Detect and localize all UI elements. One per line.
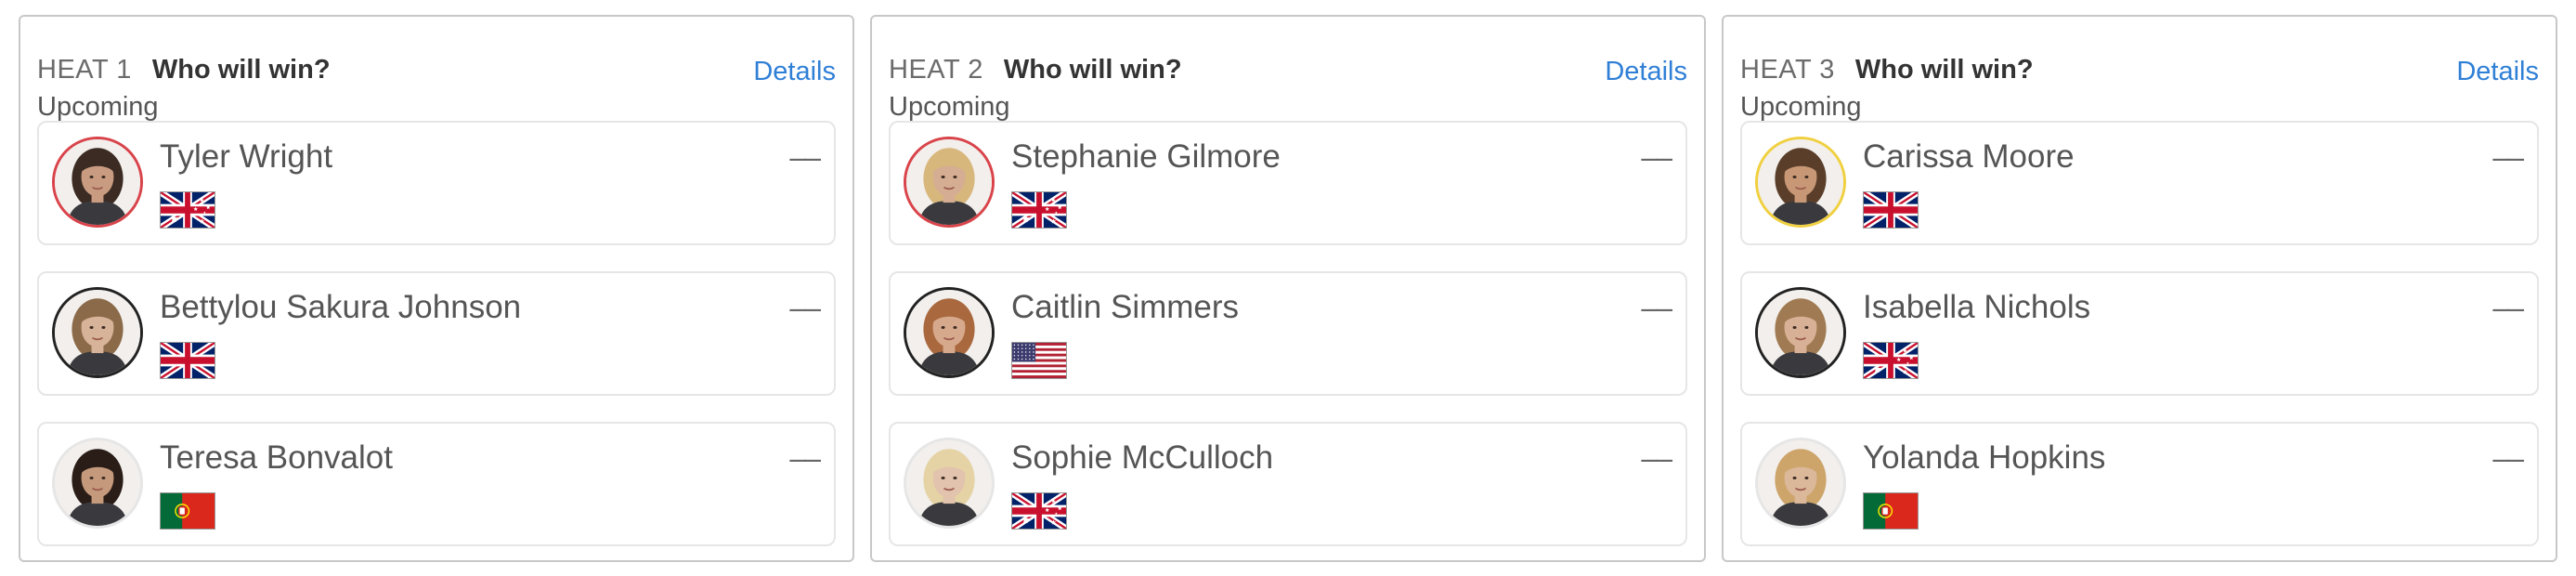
- athlete-name: Stephanie Gilmore: [1011, 138, 1281, 175]
- heat-panel: HEAT 1 Who will win? Upcoming Details Tyl…: [19, 15, 854, 562]
- heat-question: Who will win?: [1854, 55, 2034, 85]
- athlete-name: Sophie McCulloch: [1011, 439, 1274, 476]
- portugal-flag-icon: [160, 492, 215, 530]
- athlete-score: ––: [789, 441, 821, 475]
- heat-panel: HEAT 2 Who will win? Upcoming Details Ste…: [870, 15, 1706, 562]
- athlete-card[interactable]: Bettylou Sakura Johnson ––: [37, 271, 836, 396]
- athlete-name: Caitlin Simmers: [1011, 289, 1240, 325]
- usa-flag-icon: [1011, 342, 1067, 379]
- athlete-avatar: [904, 438, 995, 529]
- heat-header: HEAT 2 Who will win? Upcoming Details: [889, 35, 1687, 124]
- heat-header: HEAT 1 Who will win? Upcoming Details: [37, 35, 836, 124]
- heat-question: Who will win?: [1003, 55, 1182, 85]
- athlete-avatar: [1755, 137, 1846, 228]
- australia-flag-icon: [160, 191, 215, 229]
- athlete-card[interactable]: Stephanie Gilmore ––: [889, 121, 1687, 245]
- athlete-card[interactable]: Teresa Bonvalot ––: [37, 422, 836, 546]
- athlete-card[interactable]: Sophie McCulloch ––: [889, 422, 1687, 546]
- heat-question: Who will win?: [151, 55, 331, 85]
- athlete-avatar: [904, 137, 995, 228]
- australia-flag-icon: [1011, 492, 1067, 530]
- heat-status: Upcoming: [37, 92, 159, 122]
- heat-title: HEAT 3 Who will win?: [1740, 54, 2034, 85]
- athlete-score: ––: [1641, 291, 1672, 324]
- athlete-score: ––: [789, 291, 821, 324]
- athlete-card[interactable]: Yolanda Hopkins ––: [1740, 422, 2539, 546]
- heat-status: Upcoming: [889, 92, 1010, 122]
- hawaii-flag-icon: [160, 342, 215, 379]
- portugal-flag-icon: [1863, 492, 1919, 530]
- heat-title: HEAT 1 Who will win?: [37, 54, 331, 85]
- hawaii-flag-icon: [1863, 191, 1919, 229]
- heat-title: HEAT 2 Who will win?: [889, 54, 1182, 85]
- australia-flag-icon: [1863, 342, 1919, 379]
- athlete-score: ––: [2492, 441, 2524, 475]
- details-link[interactable]: Details: [1605, 56, 1687, 87]
- australia-flag-icon: [1011, 191, 1067, 229]
- athlete-score: ––: [1641, 140, 1672, 174]
- athlete-card[interactable]: Isabella Nichols ––: [1740, 271, 2539, 396]
- athlete-name: Tyler Wright: [160, 138, 333, 175]
- athlete-avatar: [1755, 438, 1846, 529]
- athlete-score: ––: [789, 140, 821, 174]
- athlete-avatar: [1755, 287, 1846, 378]
- details-link[interactable]: Details: [2456, 56, 2539, 87]
- athlete-card[interactable]: Tyler Wright ––: [37, 121, 836, 245]
- athlete-name: Bettylou Sakura Johnson: [160, 289, 522, 325]
- heat-status: Upcoming: [1740, 92, 1862, 122]
- athlete-name: Carissa Moore: [1863, 138, 2075, 175]
- details-link[interactable]: Details: [753, 56, 836, 87]
- athlete-card[interactable]: Caitlin Simmers ––: [889, 271, 1687, 396]
- athlete-score: ––: [2492, 140, 2524, 174]
- athlete-name: Yolanda Hopkins: [1863, 439, 2106, 476]
- athlete-avatar: [52, 438, 143, 529]
- athlete-avatar: [52, 287, 143, 378]
- athlete-name: Isabella Nichols: [1863, 289, 2091, 325]
- athlete-name: Teresa Bonvalot: [160, 439, 393, 476]
- heats-container: HEAT 1 Who will win? Upcoming Details Tyl…: [0, 0, 2576, 576]
- athlete-avatar: [52, 137, 143, 228]
- heat-header: HEAT 3 Who will win? Upcoming Details: [1740, 35, 2539, 124]
- heat-panel: HEAT 3 Who will win? Upcoming Details Car…: [1722, 15, 2557, 562]
- athlete-avatar: [904, 287, 995, 378]
- athlete-card[interactable]: Carissa Moore ––: [1740, 121, 2539, 245]
- athlete-score: ––: [1641, 441, 1672, 475]
- athlete-score: ––: [2492, 291, 2524, 324]
- heat-number: HEAT 3: [1740, 55, 1835, 85]
- heat-number: HEAT 1: [37, 55, 132, 85]
- heat-number: HEAT 2: [889, 55, 983, 85]
